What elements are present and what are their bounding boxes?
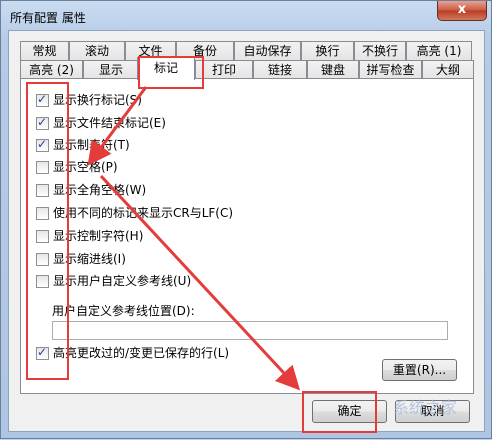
tab-general[interactable]: 常规 (20, 41, 69, 61)
tab-links[interactable]: 链接 (253, 60, 307, 80)
checkbox[interactable] (36, 161, 49, 174)
checkbox[interactable] (36, 275, 49, 288)
checkbox[interactable] (36, 230, 49, 243)
watermark: 系统之家 (393, 398, 458, 417)
ok-button[interactable]: 确定 (312, 400, 387, 423)
check-icon: ✓ (37, 115, 48, 129)
tab-wrap[interactable]: 换行 (301, 41, 354, 61)
tab-highlight-2[interactable]: 高亮 (2) (20, 60, 83, 80)
checkbox[interactable]: ✓ (36, 345, 49, 360)
checkbox[interactable] (36, 184, 49, 197)
tab-spellcheck[interactable]: 拼写检查 (359, 60, 422, 80)
checkbox[interactable] (36, 207, 49, 220)
tab-highlight-1[interactable]: 高亮 (1) (406, 41, 472, 61)
check-icon: ✓ (37, 137, 48, 151)
properties-dialog: 所有配置 属性 x 常规 滚动 文件 备份 自动保存 换行 不换行 高亮 (1)… (0, 0, 492, 439)
guide-position-label: 用户自定义参考线位置(D): (52, 304, 195, 318)
tab-print[interactable]: 打印 (195, 60, 253, 80)
checkbox[interactable]: ✓ (36, 137, 49, 152)
checkbox[interactable] (36, 253, 49, 266)
tab-nowrap[interactable]: 不换行 (354, 41, 406, 61)
checkbox[interactable]: ✓ (36, 92, 49, 107)
tab-marks[interactable]: 标记 (137, 57, 195, 80)
tab-autosave[interactable]: 自动保存 (234, 41, 301, 61)
check-icon: ✓ (37, 345, 48, 359)
reset-button[interactable]: 重置(R)... (382, 359, 457, 381)
checkbox[interactable]: ✓ (36, 115, 49, 130)
tab-display[interactable]: 显示 (83, 60, 139, 80)
close-button[interactable]: x (437, 1, 487, 21)
tab-outline[interactable]: 大纲 (422, 60, 474, 80)
tab-scroll[interactable]: 滚动 (69, 41, 125, 61)
check-icon: ✓ (37, 92, 48, 106)
tab-keyboard[interactable]: 键盘 (307, 60, 359, 80)
guide-position-input[interactable] (52, 321, 448, 340)
window-title: 所有配置 属性 (10, 11, 86, 25)
